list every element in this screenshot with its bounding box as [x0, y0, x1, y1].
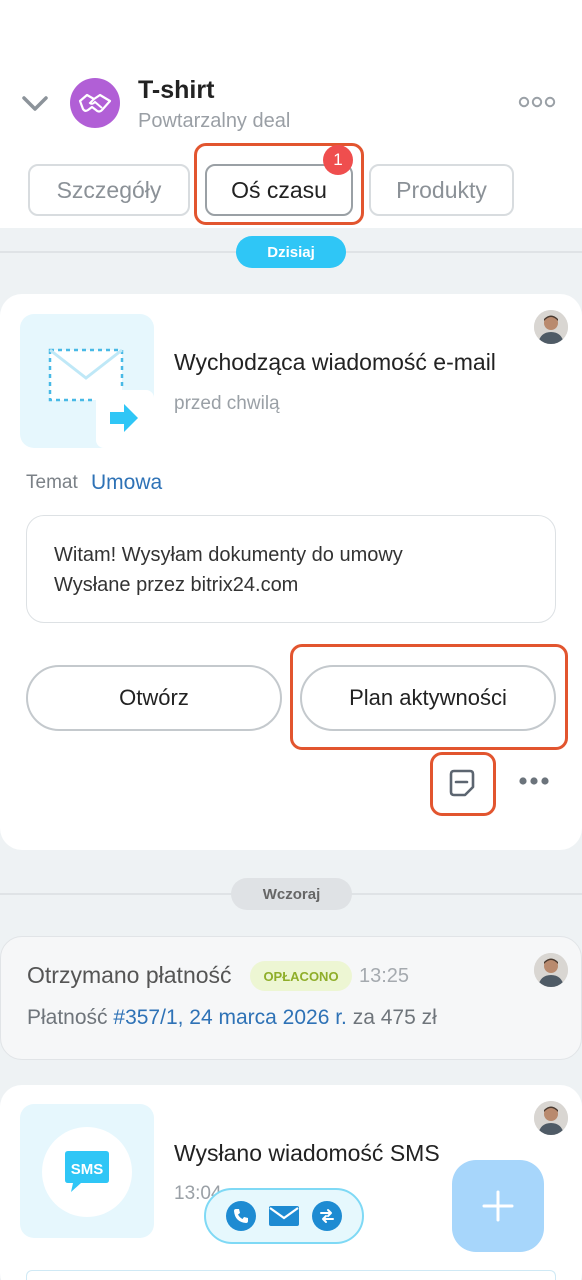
today-pill: Dzisiaj	[236, 236, 346, 268]
avatar[interactable]	[534, 953, 568, 987]
sms-message-preview	[26, 1270, 556, 1280]
chevron-down-icon[interactable]	[20, 92, 50, 114]
topic-link[interactable]: Umowa	[91, 471, 162, 495]
status-badge: OPŁACONO	[250, 961, 352, 991]
open-button[interactable]: Otwórz	[26, 665, 282, 731]
tab-products[interactable]: Produkty	[369, 164, 514, 216]
phone-icon[interactable]	[226, 1201, 256, 1231]
payment-prefix: Płatność	[27, 1006, 108, 1029]
transfer-icon[interactable]	[312, 1201, 342, 1231]
payment-details: Płatność #357/1, 24 marca 2026 r. za 475…	[27, 1006, 437, 1030]
sms-icon: SMS	[42, 1127, 132, 1217]
timeline-count-badge: 1	[323, 145, 353, 175]
more-dots-icon[interactable]	[518, 95, 556, 109]
email-message-preview[interactable]: Witam! Wysyłam dokumenty do umowy Wysłan…	[26, 515, 556, 623]
payment-link[interactable]: #357/1, 24 marca 2026 r.	[113, 1006, 347, 1029]
quick-action-bar	[204, 1188, 364, 1244]
deal-title: T-shirt	[138, 76, 215, 104]
avatar[interactable]	[534, 1101, 568, 1135]
email-card-title: Wychodząca wiadomość e-mail	[174, 349, 496, 375]
email-message-line: Wysłane przez bitrix24.com	[54, 574, 299, 596]
avatar[interactable]	[534, 310, 568, 344]
email-card-time: przed chwilą	[174, 393, 280, 414]
payment-amount: za 475 zł	[352, 1006, 437, 1029]
topic-label: Temat	[26, 472, 78, 493]
more-dots-icon[interactable]	[518, 775, 550, 787]
email-message-line: Witam! Wysyłam dokumenty do umowy	[54, 544, 403, 566]
payment-card-title: Otrzymano płatność	[27, 962, 232, 988]
sms-icon-label: SMS	[71, 1161, 104, 1178]
mail-icon[interactable]	[268, 1204, 300, 1228]
outgoing-email-icon	[20, 314, 154, 448]
plus-icon	[482, 1190, 514, 1222]
yesterday-pill: Wczoraj	[231, 878, 352, 910]
sms-card-title: Wysłano wiadomość SMS	[174, 1140, 440, 1166]
note-icon[interactable]	[444, 765, 480, 801]
payment-card-time: 13:25	[359, 965, 410, 987]
add-button[interactable]	[452, 1160, 544, 1252]
payment-activity-card[interactable]	[0, 936, 582, 1060]
tab-details[interactable]: Szczegóły	[28, 164, 190, 216]
deal-subtitle: Powtarzalny deal	[138, 110, 291, 132]
plan-activity-button[interactable]: Plan aktywności	[300, 665, 556, 731]
handshake-icon	[70, 78, 120, 128]
